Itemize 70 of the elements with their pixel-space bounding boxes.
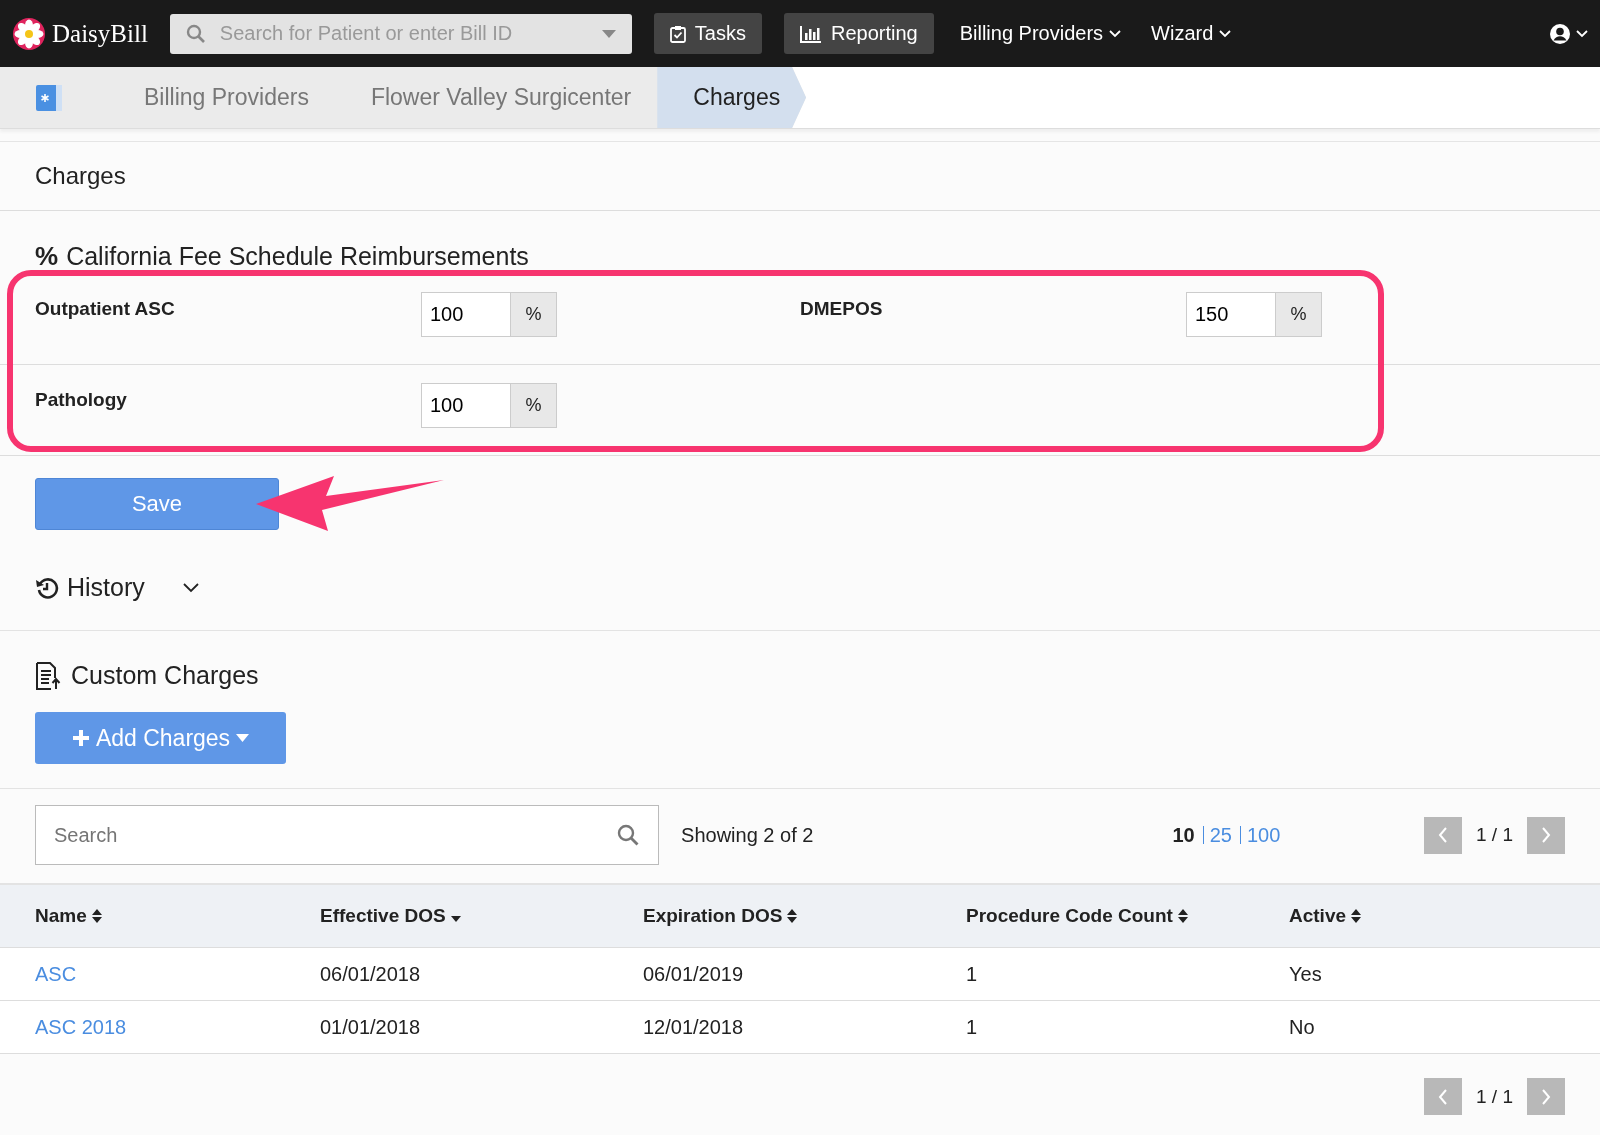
reporting-button[interactable]: Reporting	[783, 13, 934, 54]
caret-icon	[236, 734, 250, 742]
history-icon	[35, 575, 59, 600]
table-cell-text: Yes	[1289, 962, 1323, 986]
page-size-link[interactable]: 10	[1166, 826, 1195, 844]
column-header[interactable]: Procedure Code Count	[966, 905, 1289, 927]
table-cell-text: 06/01/2018	[320, 962, 422, 986]
next-page-button[interactable]	[1527, 1078, 1565, 1115]
bar-chart-icon	[799, 24, 822, 43]
sort-icon	[1177, 908, 1188, 924]
table-cell-text: 06/01/2019	[643, 962, 745, 986]
table-cell-text: 1	[966, 1015, 979, 1039]
percent-input[interactable]: 100	[421, 292, 511, 337]
result-count: Showing 2 of 2	[681, 823, 815, 847]
chevron-right-icon	[1541, 827, 1551, 843]
percent-input[interactable]: 150	[1186, 292, 1276, 337]
field-label: Pathology	[35, 388, 128, 412]
page-indicator: 1 / 1	[1476, 1085, 1513, 1108]
chevron-right-icon	[1541, 1088, 1551, 1105]
sort-icon	[1351, 908, 1362, 924]
patient-search-field[interactable]: Search for Patient or enter Bill ID	[169, 13, 632, 54]
sort-descending-icon	[450, 915, 461, 923]
chevron-down-icon	[1219, 29, 1232, 38]
caret-icon	[601, 29, 616, 38]
column-header[interactable]: Name	[35, 905, 320, 927]
clipboard-check-icon	[669, 24, 686, 43]
column-header[interactable]: Effective DOS	[320, 905, 643, 927]
flower-logo-icon	[12, 16, 46, 51]
charge-name-link[interactable]: ASC 2018	[35, 1015, 320, 1039]
field-label: DMEPOS	[800, 297, 884, 321]
plus-icon	[71, 729, 90, 747]
table-cell-text: 01/01/2018	[320, 1015, 422, 1039]
section-title: Custom Charges	[71, 661, 259, 690]
chevron-left-icon	[1438, 827, 1448, 843]
document-upload-icon	[35, 661, 61, 690]
percent-unit: %	[511, 292, 557, 337]
folder-icon	[34, 82, 64, 113]
tasks-button[interactable]: Tasks	[653, 13, 762, 54]
previous-page-button[interactable]	[1424, 1078, 1462, 1115]
search-icon	[185, 23, 206, 44]
chevron-down-icon	[1109, 29, 1122, 38]
percent-input[interactable]: 100	[421, 383, 511, 428]
user-avatar-icon	[1549, 22, 1571, 45]
column-header[interactable]: Expiration DOS	[643, 905, 966, 927]
table-cell-text: No	[1289, 1015, 1316, 1039]
search-icon	[617, 824, 640, 846]
user-menu[interactable]	[1549, 22, 1588, 45]
sort-icon	[787, 908, 798, 924]
next-page-button[interactable]	[1527, 816, 1565, 854]
sort-icon	[91, 908, 102, 924]
chevron-down-icon	[182, 582, 199, 593]
chevron-down-icon	[1576, 29, 1588, 38]
previous-page-button[interactable]	[1424, 816, 1462, 854]
nav-menu[interactable]: Billing Providers	[955, 22, 1126, 45]
nav-menu[interactable]: Wizard	[1147, 22, 1236, 45]
field-label: Outpatient ASC	[35, 297, 176, 321]
brand-name[interactable]: DaisyBill	[52, 19, 148, 48]
search-field[interactable]: Search	[35, 805, 660, 865]
section-title: California Fee Schedule Reimbursements	[66, 242, 529, 271]
chevron-left-icon	[1438, 1088, 1448, 1105]
percent-unit: %	[1276, 292, 1322, 337]
percent-icon: %	[35, 241, 59, 272]
table-cell-text: 12/01/2018	[643, 1015, 745, 1039]
page-title: Charges	[35, 162, 127, 190]
table-cell-text: 1	[966, 962, 979, 986]
breadcrumb-item[interactable]: Charges	[657, 67, 807, 128]
percent-unit: %	[511, 383, 557, 428]
page-indicator: 1 / 1	[1476, 824, 1513, 846]
history-toggle[interactable]: History	[0, 531, 234, 630]
column-header[interactable]: Active	[1289, 905, 1565, 927]
